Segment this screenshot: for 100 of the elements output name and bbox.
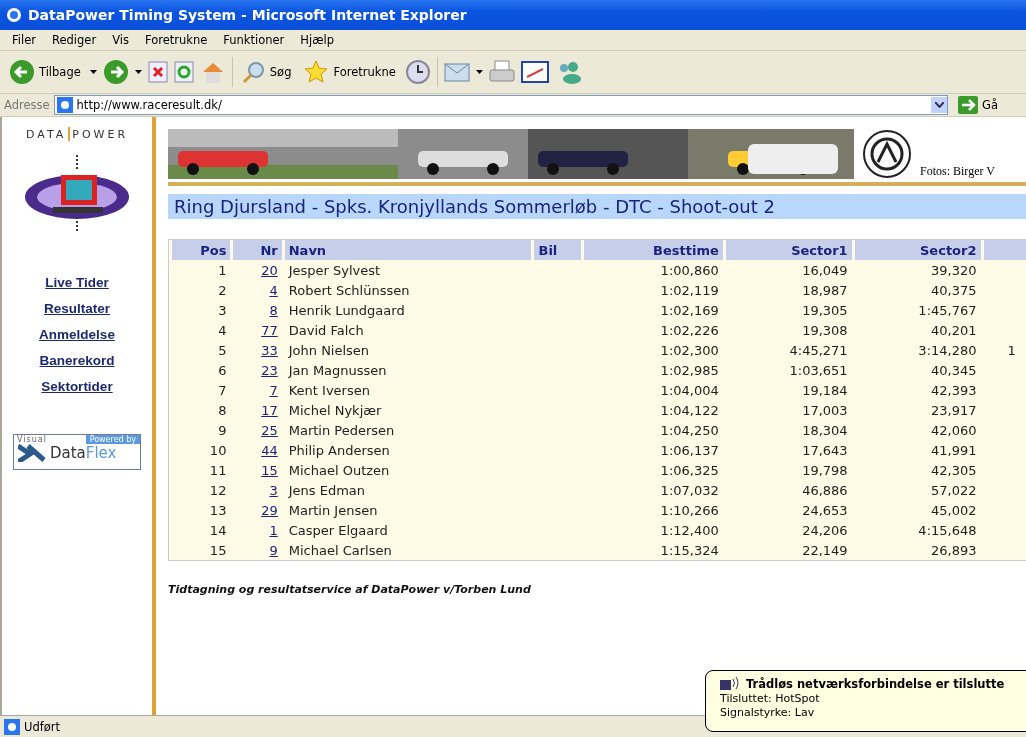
refresh-icon[interactable] <box>173 61 194 83</box>
window-title: DataPower Timing System - Microsoft Internet Explorer <box>28 7 467 23</box>
table-cell-text: Jens Edman <box>287 481 367 500</box>
table-cell-text: 41,991 <box>930 441 978 460</box>
number-link[interactable]: 4 <box>269 282 278 298</box>
back-button[interactable]: Tilbage <box>6 57 84 87</box>
notification-text: Signalstyrke: Lav <box>720 706 816 719</box>
table-cell-text: 3:14,280 <box>917 341 978 360</box>
table-cell-text: 19,308 <box>801 321 849 340</box>
number-link[interactable]: 23 <box>261 362 278 378</box>
nav-link[interactable]: Live Tider <box>45 275 109 290</box>
table-cell-text: 1:06,325 <box>659 461 720 480</box>
caret-icon[interactable] <box>475 70 483 74</box>
table-cell-text: 11 <box>208 461 228 480</box>
number-link[interactable]: 17 <box>261 402 278 418</box>
search-icon <box>241 60 266 84</box>
number-link[interactable]: 77 <box>261 322 278 338</box>
table-cell-text: Henrik Lundgaard <box>287 301 406 320</box>
number-link[interactable]: 9 <box>269 542 278 558</box>
column-header: Besttime <box>583 240 723 260</box>
favorites-button[interactable]: Foretrukne <box>300 58 399 86</box>
number-link[interactable]: 25 <box>261 422 278 438</box>
menu-item[interactable]: Foretrukne <box>136 33 216 47</box>
table-cell-text: Jan Magnussen <box>287 361 388 380</box>
menu-item[interactable]: Funktioner <box>215 33 293 47</box>
table-cell-text: 17,003 <box>801 401 849 420</box>
dataflex-badge: Visual Powered by DataFlex <box>13 434 141 470</box>
table-cell-text: 1:03,651 <box>788 361 849 380</box>
number-link[interactable]: 20 <box>261 262 278 278</box>
forward-icon[interactable] <box>102 59 129 85</box>
menu-item[interactable]: Hjælp <box>292 33 342 47</box>
number-link[interactable]: 44 <box>261 442 278 458</box>
table-cell-text: 1:00,860 <box>659 261 720 280</box>
table-cell-text: 7 <box>217 381 228 400</box>
caret-icon[interactable] <box>89 70 97 74</box>
table-cell-text: 45,002 <box>930 501 978 520</box>
number-link[interactable]: 3 <box>269 482 278 498</box>
column-header: Pos <box>172 240 231 260</box>
number-link[interactable]: 29 <box>261 502 278 518</box>
table-cell-text: 4:45,271 <box>788 341 849 360</box>
table-cell-text: 6 <box>217 361 228 380</box>
print-icon[interactable] <box>488 60 515 84</box>
table-cell-text: 40,375 <box>930 281 978 300</box>
number-link[interactable]: 8 <box>269 302 278 318</box>
table-cell-text: 16,049 <box>801 261 849 280</box>
menu-item[interactable]: Rediger <box>44 33 105 47</box>
number-link[interactable]: 15 <box>261 462 278 478</box>
nav-link[interactable]: Resultater <box>44 301 110 316</box>
page-icon <box>4 718 20 735</box>
mail-icon[interactable] <box>443 62 470 82</box>
table-cell-text: 39,320 <box>930 261 978 280</box>
table-cell-text: 1:02,300 <box>659 341 720 360</box>
table-cell-text: 1 <box>217 261 228 280</box>
table-cell-text: 5 <box>217 341 228 360</box>
star-icon <box>303 60 330 84</box>
column-header: Bil <box>534 240 581 260</box>
history-icon[interactable] <box>404 59 431 85</box>
table-cell-text: 1 <box>1006 341 1017 360</box>
menu-item[interactable]: Vis <box>104 33 137 47</box>
address-field[interactable]: http://www.raceresult.dk/ <box>53 95 948 115</box>
table-cell-text: 57,022 <box>930 481 978 500</box>
column-header <box>983 240 1026 260</box>
menu-item[interactable]: Filer <box>4 33 44 47</box>
notification-title: Trådløs netværksforbindelse er tilslutte <box>746 677 1005 691</box>
number-link[interactable]: 7 <box>269 382 278 398</box>
table-cell-text: 18,304 <box>801 421 849 440</box>
chevron-icon <box>934 102 944 108</box>
table-cell-text: 13 <box>208 501 228 520</box>
nav-link[interactable]: Banerekord <box>39 353 115 368</box>
number-link[interactable]: 1 <box>269 522 278 538</box>
go-arrow-icon <box>958 96 978 114</box>
table-cell-text: Kent Iversen <box>287 381 371 400</box>
logo-text: POWER <box>72 127 129 141</box>
table-cell-text: 8 <box>217 401 228 420</box>
table-cell-text: 15 <box>208 541 228 560</box>
column-header: Sector1 <box>725 240 852 260</box>
table-cell-text: 17,643 <box>801 441 849 460</box>
stop-icon[interactable] <box>147 61 168 83</box>
table-cell-text: 4 <box>217 321 228 340</box>
table-cell-text: 2 <box>217 281 228 300</box>
table-cell-text: John Nielsen <box>287 341 371 360</box>
search-button[interactable]: Søg <box>238 58 295 86</box>
column-header: Navn <box>284 240 532 260</box>
table-cell-text: Robert Schlünssen <box>287 281 411 300</box>
race-heading: Ring Djursland - Spks. Kronjyllands Sommerløb - DTC - Shoot-out 2 <box>168 194 1026 219</box>
table-cell-text: 1:06,137 <box>659 441 720 460</box>
table-cell-text: 1:04,122 <box>659 401 720 420</box>
table-cell-text: 23,917 <box>930 401 978 420</box>
number-link[interactable]: 33 <box>261 342 278 358</box>
edit-icon[interactable] <box>520 61 549 83</box>
caret-icon[interactable] <box>134 70 142 74</box>
table-cell-text: 40,345 <box>930 361 978 380</box>
dropdown-button[interactable] <box>931 97 947 113</box>
photo-credit: Fotos: Birger V <box>920 164 995 179</box>
nav-link[interactable]: Sektortider <box>41 379 113 394</box>
column-header: Sector2 <box>854 240 981 260</box>
table-cell-text: Martin Pedersen <box>287 421 396 440</box>
table-cell-text: 1:02,169 <box>659 301 720 320</box>
go-button[interactable]: Gå <box>952 95 1022 115</box>
nav-link[interactable]: Anmeldelse <box>39 327 115 342</box>
